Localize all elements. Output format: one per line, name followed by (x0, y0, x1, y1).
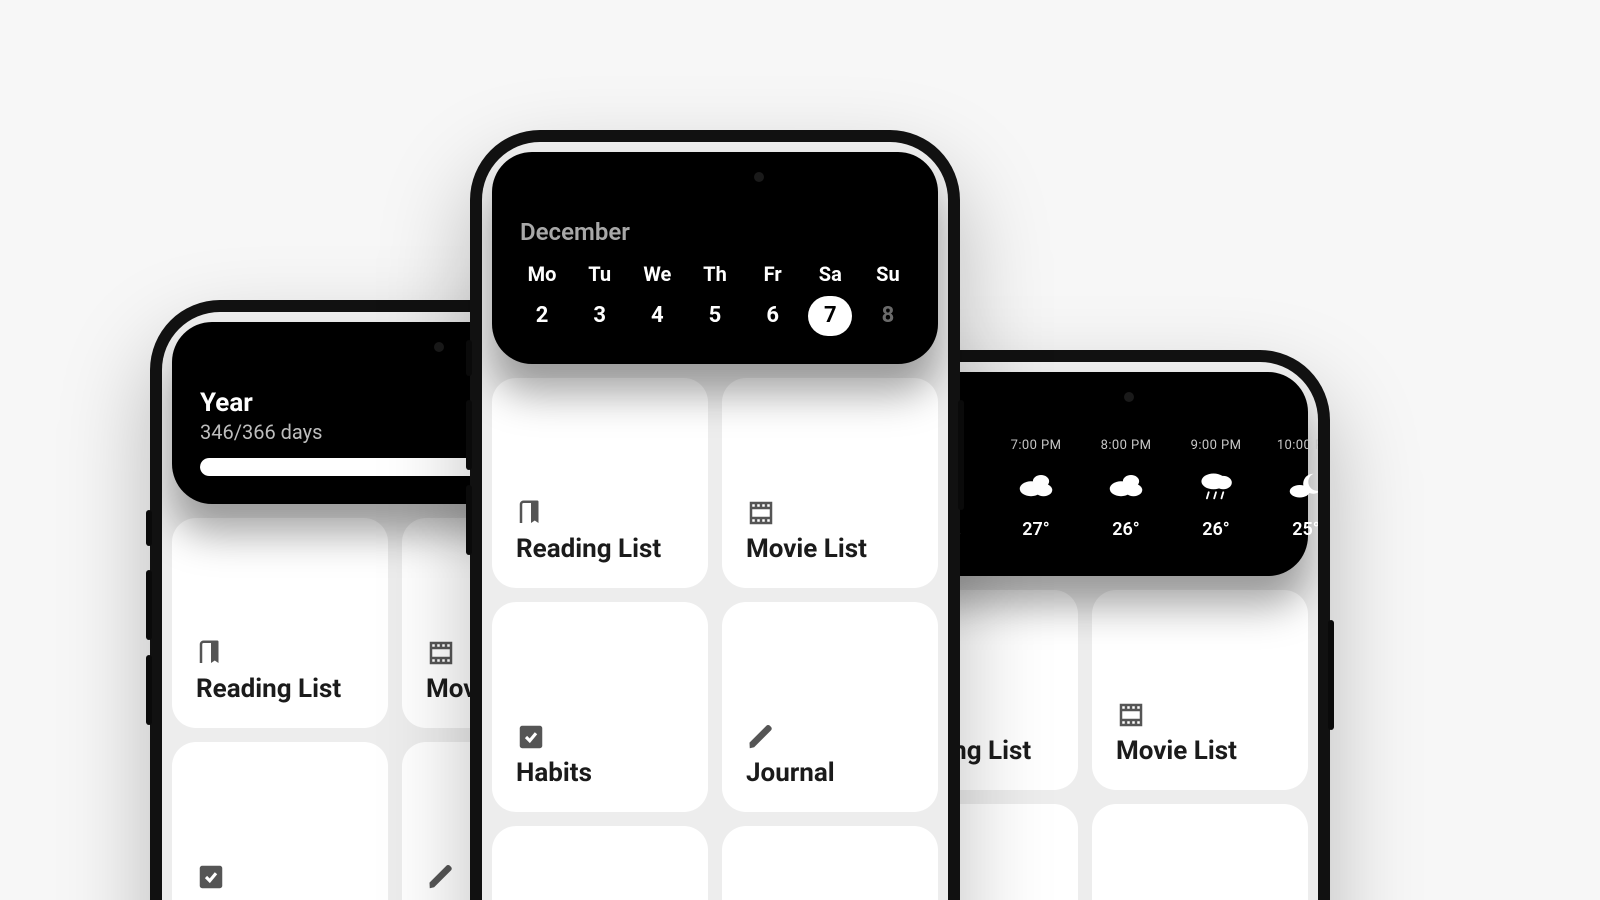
calendar-day-label: Fr (751, 262, 795, 286)
calendar-day-label: Tu (578, 262, 622, 286)
tile-journal[interactable]: Journal (722, 602, 938, 812)
phone-calendar: December Mo Tu We Th Fr Sa Su 2345678 Reading … (470, 130, 960, 900)
sensor-island (330, 330, 460, 364)
calendar-day[interactable]: 2 (520, 296, 564, 336)
tile-reading-list[interactable]: Reading List (172, 518, 388, 728)
weather-cloudy-icon (1016, 465, 1056, 505)
calendar-month: December (520, 218, 910, 246)
weather-hourly: 7:00 PM 27° 8:00 PM 26° 9:00 PM 26° 10:00 PM 25… (1004, 438, 1318, 540)
calendar-day-label: Th (693, 262, 737, 286)
checkbox-icon (196, 862, 364, 892)
tile-workout[interactable]: Workout (492, 826, 708, 900)
calendar-day[interactable]: 8 (866, 296, 910, 336)
weather-hour-temp: 25° (1292, 519, 1318, 540)
calendar-day-labels: Mo Tu We Th Fr Sa Su (520, 262, 910, 286)
calendar-day-label: Mo (520, 262, 564, 286)
weather-hour-temp: 27° (1022, 519, 1050, 540)
tile-movie-list[interactable]: Movie List (722, 378, 938, 588)
weather-hour-time: 8:00 PM (1101, 438, 1152, 453)
film-icon (1116, 700, 1284, 730)
calendar-day-label: Su (866, 262, 910, 286)
weather-cloudy-icon (1106, 465, 1146, 505)
calendar-day-numbers: 2345678 (520, 296, 910, 336)
weather-hour-temp: 26° (1202, 519, 1230, 540)
calendar-day-label: Sa (808, 262, 852, 286)
tile-habits[interactable]: Habits (492, 602, 708, 812)
weather-hour: 10:00 PM 25° (1274, 438, 1318, 540)
calendar-day[interactable]: 5 (693, 296, 737, 336)
calendar-day-label: We (635, 262, 679, 286)
calendar-day[interactable]: 4 (635, 296, 679, 336)
weather-hour: 8:00 PM 26° (1094, 438, 1158, 540)
tile-movie-list[interactable]: Movie List (1092, 590, 1308, 790)
tile-journal[interactable]: Journal (1092, 804, 1308, 900)
tile-label: Movie List (1116, 736, 1284, 766)
weather-hour: 9:00 PM 26° (1184, 438, 1248, 540)
weather-hour: 7:00 PM 27° (1004, 438, 1068, 540)
weather-hour-time: 10:00 PM (1277, 438, 1318, 453)
pencil-icon (746, 722, 914, 752)
tile-label: Reading List (516, 534, 684, 564)
tile-label: Reading List (196, 674, 364, 704)
book-icon (196, 638, 364, 668)
calendar-day[interactable]: 3 (578, 296, 622, 336)
weather-hour-time: 7:00 PM (1011, 438, 1062, 453)
tile-label: Journal (746, 758, 914, 788)
tile-reading-list[interactable]: Reading List (492, 378, 708, 588)
calendar-day[interactable]: 7 (808, 296, 852, 336)
tile-label: Habits (516, 758, 684, 788)
tile-wallet[interactable]: Wallet (722, 826, 938, 900)
weather-hour-temp: 26° (1112, 519, 1140, 540)
tile-habits[interactable]: Habits (172, 742, 388, 900)
checkbox-icon (516, 722, 684, 752)
weather-night-icon (1286, 465, 1318, 505)
tile-label: Movie List (746, 534, 914, 564)
sensor-island (1020, 380, 1150, 414)
weather-rain-icon (1196, 465, 1236, 505)
weather-hour-time: 9:00 PM (1191, 438, 1242, 453)
book-icon (516, 498, 684, 528)
calendar-day[interactable]: 6 (751, 296, 795, 336)
sensor-island (650, 160, 780, 194)
film-icon (746, 498, 914, 528)
